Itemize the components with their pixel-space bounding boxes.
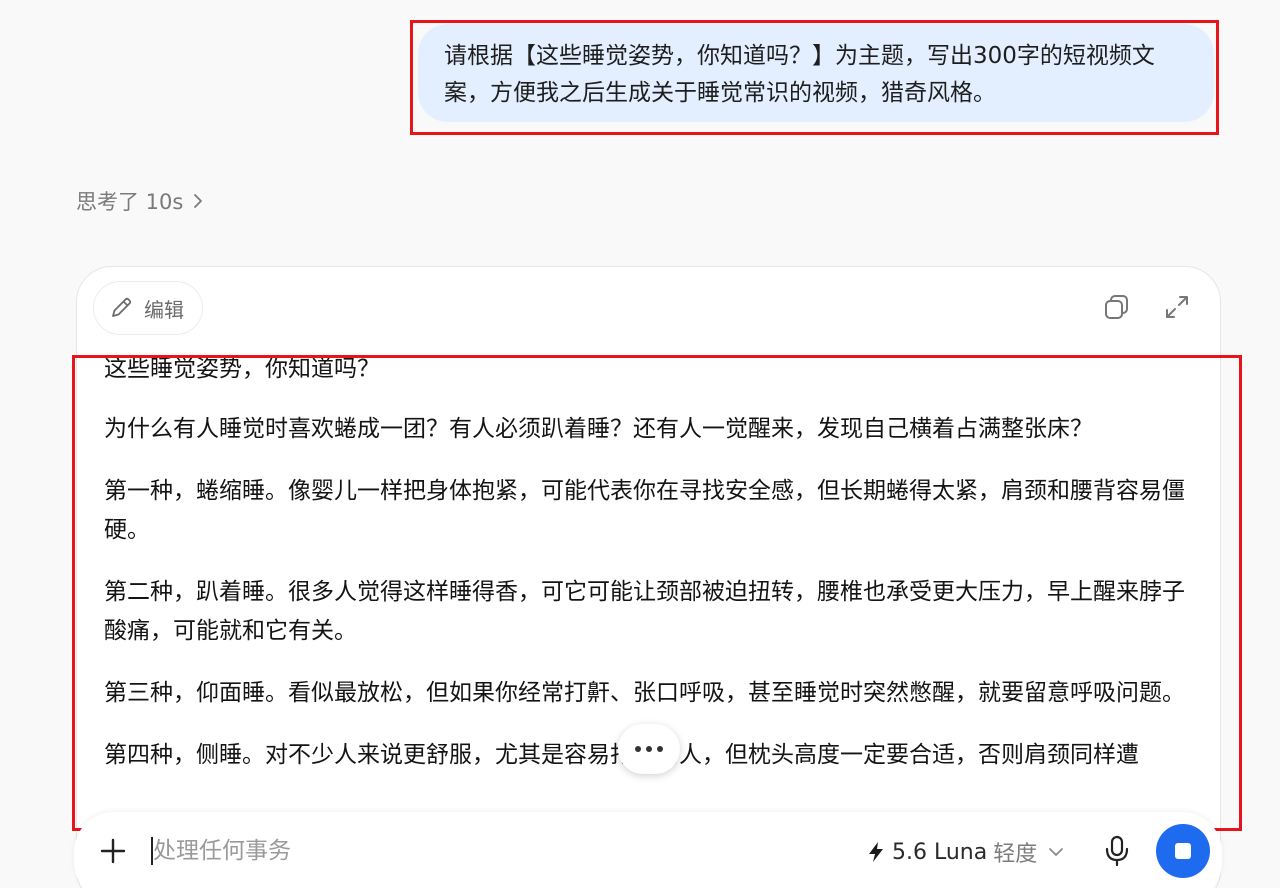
dot-icon — [646, 746, 652, 752]
doc-paragraph: 第二种，趴着睡。很多人觉得这样睡得香，可它可能让颈部被迫扭转，腰椎也承受更大压力… — [104, 579, 1185, 644]
model-picker[interactable]: 5.6 Luna 轻度 — [866, 836, 1065, 868]
user-message-line-1: 请根据【这些睡觉姿势，你知道吗？】为主题，写出300字的短视频文 — [444, 43, 1155, 69]
chevron-down-icon — [1049, 848, 1064, 856]
edit-label: 编辑 — [144, 297, 184, 322]
copy-icon[interactable] — [1102, 292, 1132, 322]
user-message-bubble: 请根据【这些睡觉姿势，你知道吗？】为主题，写出300字的短视频文 案，方便我之后… — [418, 24, 1214, 122]
lightning-icon — [869, 842, 883, 862]
thinking-label: 思考了 10s — [76, 190, 184, 214]
stop-icon — [1175, 843, 1191, 859]
doc-title: 这些睡觉姿势，你知道吗？ — [104, 356, 380, 382]
pencil-icon — [112, 297, 132, 317]
expand-icon[interactable] — [1162, 292, 1192, 322]
message-input[interactable] — [153, 834, 753, 868]
edit-button[interactable]: 编辑 — [93, 281, 203, 335]
more-options-button[interactable] — [618, 724, 680, 774]
doc-paragraph: 第一种，蜷缩睡。像婴儿一样把身体抱紧，可能代表你在寻找安全感，但长期蜷得太紧，肩… — [104, 478, 1185, 543]
dot-icon — [635, 746, 641, 752]
stop-button[interactable] — [1156, 824, 1210, 878]
user-message-line-2: 案，方便我之后生成关于睡觉常识的视频，猎奇风格。 — [444, 80, 996, 106]
model-mode: 轻度 — [993, 842, 1038, 867]
doc-paragraph: 为什么有人睡觉时喜欢蜷成一团？有人必须趴着睡？还有人一觉醒来，发现自己横着占满整… — [104, 416, 1093, 442]
microphone-icon[interactable] — [1103, 834, 1131, 868]
chevron-right-icon — [194, 194, 203, 208]
chat-page: 请根据【这些睡觉姿势，你知道吗？】为主题，写出300字的短视频文 案，方便我之后… — [0, 0, 1280, 888]
dot-icon — [657, 746, 663, 752]
thinking-toggle[interactable]: 思考了 10s — [76, 186, 205, 216]
plus-icon[interactable] — [98, 836, 128, 866]
model-version: 5.6 Luna — [892, 839, 988, 865]
doc-paragraph: 第三种，仰面睡。看似最放松，但如果你经常打鼾、张口呼吸，甚至睡觉时突然憋醒，就要… — [104, 680, 1185, 706]
